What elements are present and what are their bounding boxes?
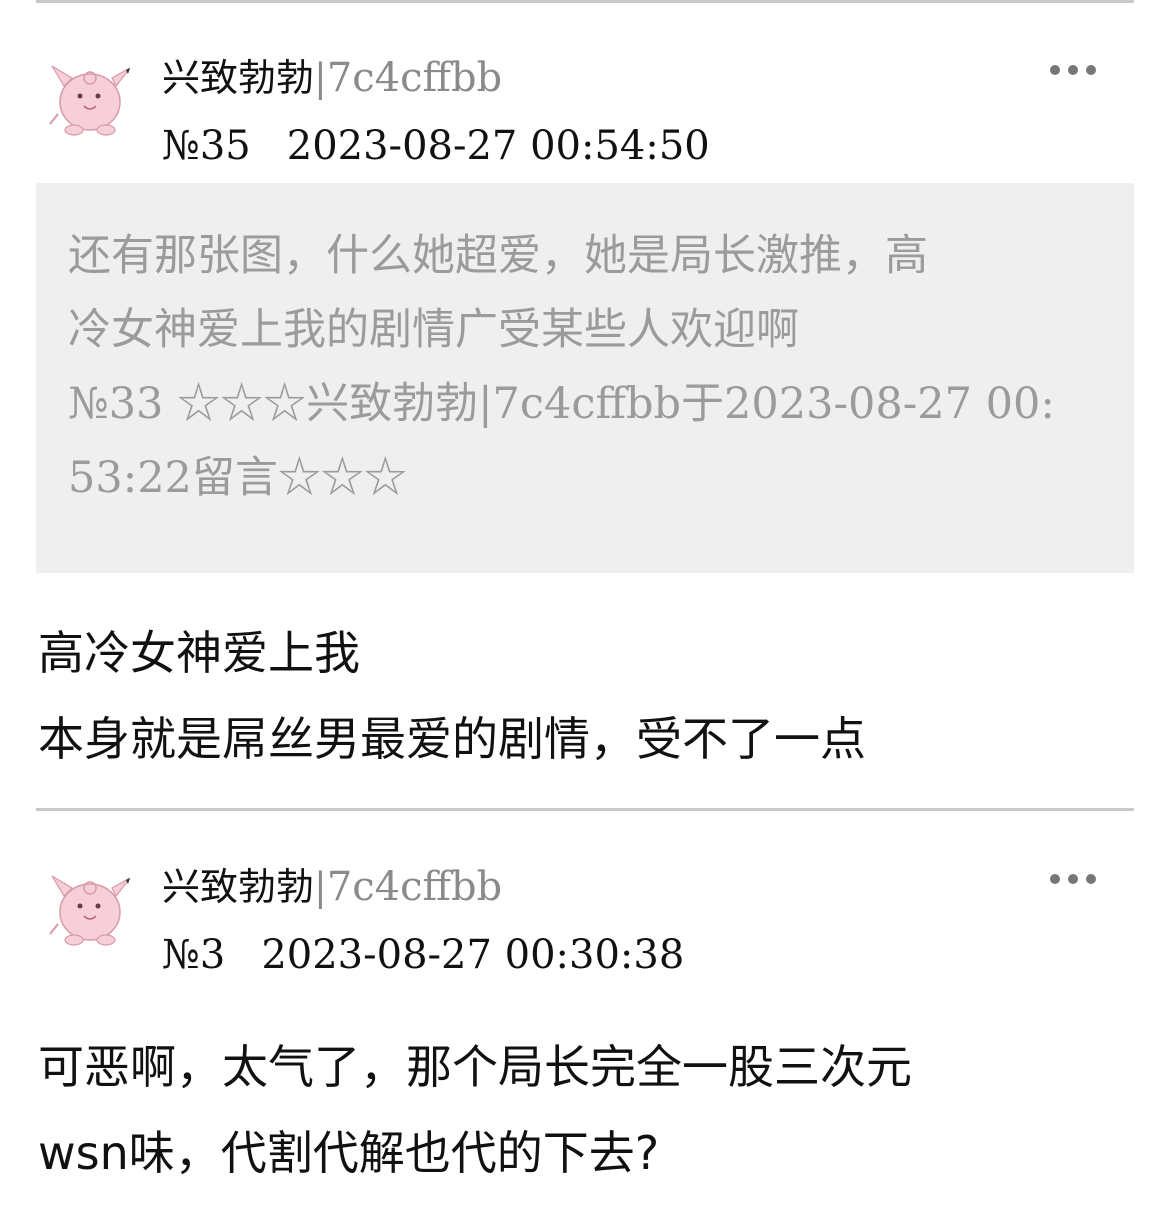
quote-text-line: 还有那张图，什么她超爱，她是局长激推，高 xyxy=(68,231,928,281)
post-body-line: 高冷女神爱上我 xyxy=(38,626,360,680)
author-user-id: 7c4cffbb xyxy=(326,864,503,910)
author-separator: | xyxy=(314,56,327,100)
author-nickname[interactable]: 兴致勃勃 xyxy=(162,865,314,909)
floor-number: №35 xyxy=(162,123,251,169)
top-divider xyxy=(36,0,1134,3)
more-dots-icon[interactable] xyxy=(1050,62,1096,76)
author-nickname[interactable]: 兴致勃勃 xyxy=(162,56,314,100)
post-body-line: wsn味，代割代解也代的下去? xyxy=(38,1126,660,1180)
post-body-line: 可恶啊，太气了，那个局长完全一股三次元 xyxy=(38,1040,912,1094)
author-line: 兴致勃勃|7c4cffbb xyxy=(162,54,502,102)
avatar[interactable] xyxy=(44,862,136,954)
floor-number: №3 xyxy=(162,932,226,978)
post-body-line: 本身就是屌丝男最爱的剧情，受不了一点 xyxy=(38,712,866,766)
post-timestamp: 2023-08-27 00:30:38 xyxy=(261,932,685,978)
author-line: 兴致勃勃|7c4cffbb xyxy=(162,863,502,911)
author-separator: | xyxy=(314,865,327,909)
post-meta: №3 2023-08-27 00:30:38 xyxy=(162,931,684,979)
author-user-id: 7c4cffbb xyxy=(326,55,503,101)
quoted-reply[interactable]: 还有那张图，什么她超爱，她是局长激推，高 冷女神爱上我的剧情广受某些人欢迎啊 №… xyxy=(36,183,1134,573)
quote-reference-line: №33 ☆☆☆兴致勃勃|7c4cffbb于2023-08-27 00: xyxy=(68,379,1055,429)
post-timestamp: 2023-08-27 00:54:50 xyxy=(286,123,710,169)
post-body: 可恶啊，太气了，那个局长完全一股三次元 wsn味，代割代解也代的下去? xyxy=(38,1024,1138,1196)
post-divider xyxy=(36,808,1134,811)
post-body: 高冷女神爱上我 本身就是屌丝男最爱的剧情，受不了一点 xyxy=(38,610,1138,782)
more-dots-icon[interactable] xyxy=(1050,871,1096,885)
post-meta: №35 2023-08-27 00:54:50 xyxy=(162,122,710,170)
quote-reference-line: 53:22留言☆☆☆ xyxy=(68,453,407,503)
quote-text-line: 冷女神爱上我的剧情广受某些人欢迎啊 xyxy=(68,305,799,355)
avatar[interactable] xyxy=(44,52,136,144)
